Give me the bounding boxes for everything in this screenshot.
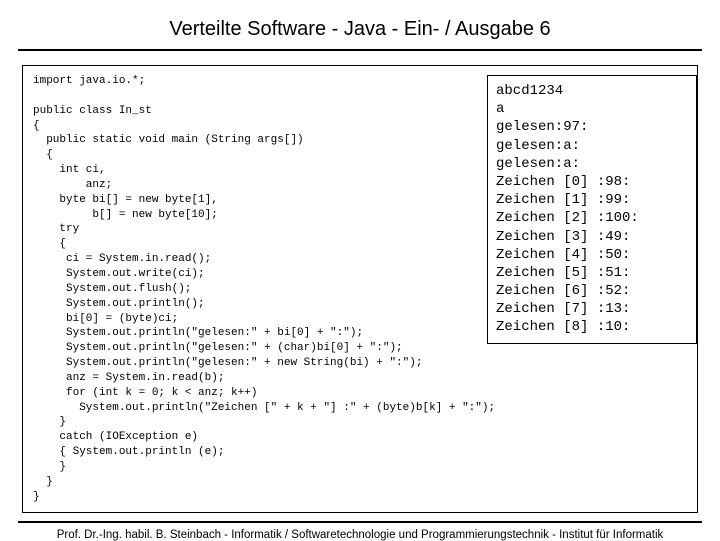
content-area: import java.io.*; public class In_st { p… [22,65,698,513]
program-output: abcd1234 a gelesen:97: gelesen:a: gelese… [487,75,697,344]
footer-text: Prof. Dr.-Ing. habil. B. Steinbach - Inf… [0,523,720,541]
page-title: Verteilte Software - Java - Ein- / Ausga… [0,0,720,49]
title-divider [18,49,702,51]
